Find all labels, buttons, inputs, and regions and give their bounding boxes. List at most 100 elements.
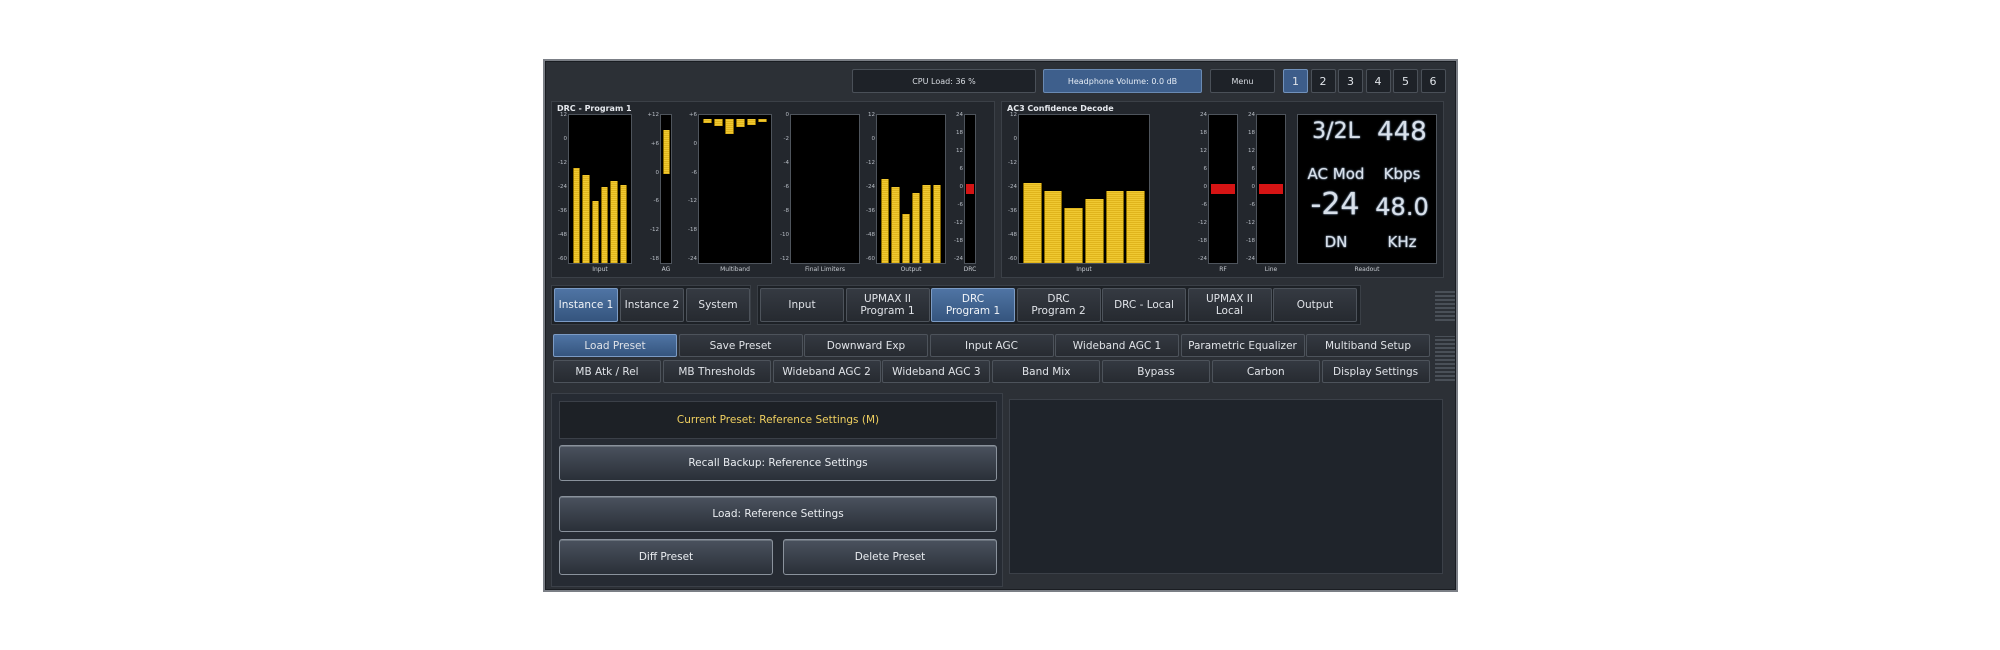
nav-section-6[interactable]: Output bbox=[1273, 288, 1357, 322]
nav-section-4[interactable]: DRC - Local bbox=[1102, 288, 1186, 322]
readout-label: Readout bbox=[1354, 266, 1380, 273]
load-preset-button[interactable]: Load: Reference Settings bbox=[559, 496, 997, 532]
delete-preset-button[interactable]: Delete Preset bbox=[783, 539, 997, 575]
menu-button[interactable]: Menu bbox=[1210, 69, 1275, 93]
drc-multiband-tick: -18 bbox=[688, 227, 697, 234]
section-nav-group: Input UPMAX II Program 1 DRC Program 1 DRC Pro… bbox=[757, 285, 1361, 325]
readout-mode: 3/2L bbox=[1312, 119, 1360, 144]
drc-output-bar bbox=[881, 178, 890, 263]
subnav-wideband-agc-1[interactable]: Wideband AGC 1 bbox=[1055, 334, 1179, 357]
subnav-save-preset[interactable]: Save Preset bbox=[678, 334, 803, 357]
subnav-parametric-equalizer[interactable]: Parametric Equalizer bbox=[1180, 334, 1305, 357]
ac3-rf-tick: -12 bbox=[1198, 220, 1207, 226]
drc-drc-tick: -24 bbox=[954, 256, 963, 262]
nav-section-label: UPMAX II bbox=[864, 293, 911, 305]
instance-2-button[interactable]: 2 bbox=[1310, 69, 1336, 93]
drc-ag-tick: +12 bbox=[647, 112, 659, 118]
subnav-wideband-agc-3[interactable]: Wideband AGC 3 bbox=[882, 360, 991, 383]
cpu-load-display: CPU Load: 36 % bbox=[852, 69, 1036, 93]
drc-drc-tick: -18 bbox=[954, 238, 963, 244]
drc-multiband-tick: -6 bbox=[691, 169, 697, 176]
drc-input-tick: -60 bbox=[558, 256, 567, 262]
ac3-input-bar bbox=[1126, 191, 1145, 263]
sub-nav-row-1: Load Preset Save Preset Downward Exp Input … bbox=[551, 332, 1431, 359]
drc-multiband-tick: +6 bbox=[688, 112, 697, 118]
instance-1-button[interactable]: 1 bbox=[1283, 69, 1308, 93]
instance-3-button[interactable]: 3 bbox=[1338, 69, 1363, 93]
drc-output-tick: -24 bbox=[866, 184, 875, 190]
drc-output-tick: 0 bbox=[871, 136, 876, 142]
nav-section-5[interactable]: UPMAX II Local bbox=[1187, 288, 1272, 322]
ac3-line-tick: -6 bbox=[1249, 202, 1255, 208]
drc-output-bar bbox=[891, 186, 900, 263]
decode-readout: 3/2L 448 AC Mod Kbps -24 48.0 DN KHz bbox=[1297, 114, 1437, 264]
drc-multiband-tick: -24 bbox=[688, 256, 697, 262]
ac3-input-bar bbox=[1085, 199, 1104, 263]
preset-panel: Current Preset: Reference Settings (M) R… bbox=[551, 393, 1003, 587]
drc-drc-tick: 0 bbox=[959, 184, 964, 190]
subnav-load-preset[interactable]: Load Preset bbox=[553, 334, 677, 357]
ac3-meter-panel: AC3 Confidence Decode 3/2L 448 AC Mod Kb… bbox=[1001, 101, 1444, 278]
ac3-input-tick: -24 bbox=[1008, 184, 1017, 190]
readout-bitrate-label: Kbps bbox=[1383, 165, 1421, 183]
subnav-multiband-setup[interactable]: Multiband Setup bbox=[1306, 334, 1430, 357]
nav-section-label: Input bbox=[788, 299, 816, 311]
subnav-wideband-agc-2[interactable]: Wideband AGC 2 bbox=[772, 360, 881, 383]
subnav-carbon[interactable]: Carbon bbox=[1211, 360, 1320, 383]
headphone-volume-button[interactable]: Headphone Volume: 0.0 dB bbox=[1043, 69, 1202, 93]
ac3-line-meter bbox=[1256, 114, 1286, 264]
subnav-band-mix[interactable]: Band Mix bbox=[992, 360, 1101, 383]
subnav-display-settings[interactable]: Display Settings bbox=[1321, 360, 1430, 383]
sub-nav-row-2: MB Atk / Rel MB Thresholds Wideband AGC 2W… bbox=[551, 358, 1431, 385]
drc-output-tick: -60 bbox=[866, 256, 875, 262]
drc-ag-meter bbox=[660, 114, 672, 264]
subnav-bypass[interactable]: Bypass bbox=[1102, 360, 1210, 383]
ac3-line-bar bbox=[1259, 184, 1283, 194]
nav-section-2[interactable]: DRC Program 1 bbox=[931, 288, 1015, 322]
drc-multiband-tick: 0 bbox=[693, 140, 698, 147]
subnav-downward-exp[interactable]: Downward Exp bbox=[804, 334, 928, 357]
ac3-input-tick: 0 bbox=[1013, 136, 1018, 142]
drc-input-bar bbox=[591, 201, 599, 263]
nav-system[interactable]: System bbox=[686, 288, 750, 322]
instance-5-button[interactable]: 5 bbox=[1393, 69, 1418, 93]
readout-samplerate-label: KHz bbox=[1387, 233, 1417, 251]
drc-input-tick: 12 bbox=[560, 112, 567, 118]
recall-backup-button[interactable]: Recall Backup: Reference Settings bbox=[559, 445, 997, 481]
ac3-input-tick: -48 bbox=[1008, 232, 1017, 238]
subnav-mb-atk-rel[interactable]: MB Atk / Rel bbox=[553, 360, 661, 383]
nav-section-0[interactable]: Input bbox=[760, 288, 844, 322]
drc-input-bar bbox=[582, 174, 590, 263]
nav-instance-1[interactable]: Instance 1 bbox=[554, 288, 618, 322]
nav-instance-2[interactable]: Instance 2 bbox=[620, 288, 684, 322]
drc-ag-bar bbox=[663, 129, 670, 175]
subnav-input-agc[interactable]: Input AGC bbox=[929, 334, 1054, 357]
nav-section-label: Output bbox=[1296, 299, 1334, 311]
instance-nav-group: Instance 1 Instance 2 System bbox=[551, 285, 751, 325]
drc-input-tick: -48 bbox=[558, 232, 567, 238]
ac3-rf-meter bbox=[1208, 114, 1238, 264]
subnav-mb-thresholds[interactable]: MB Thresholds bbox=[662, 360, 771, 383]
nav-section-3[interactable]: DRC Program 2 bbox=[1016, 288, 1101, 322]
scroll-grip[interactable] bbox=[1435, 289, 1455, 321]
ac3-line-tick: 24 bbox=[1248, 112, 1255, 118]
drc-multiband-tick: -12 bbox=[688, 198, 697, 205]
ac3-rf-tick: -24 bbox=[1198, 256, 1207, 262]
instance-4-button[interactable]: 4 bbox=[1365, 69, 1391, 93]
readout-bitrate: 448 bbox=[1377, 117, 1427, 147]
drc-final-limiters-tick: -6 bbox=[783, 184, 789, 190]
drc-input-tick: -36 bbox=[558, 208, 567, 214]
drc-multiband-meter bbox=[698, 114, 772, 264]
drc-drc-tick: -6 bbox=[957, 202, 963, 208]
diff-preset-button[interactable]: Diff Preset bbox=[559, 539, 773, 575]
instance-6-button[interactable]: 6 bbox=[1420, 69, 1446, 93]
ac3-input-tick: -12 bbox=[1008, 160, 1017, 166]
ac3-input-tick: 12 bbox=[1010, 112, 1017, 118]
sub-scroll-grip[interactable] bbox=[1435, 336, 1455, 381]
nav-section-1[interactable]: UPMAX II Program 1 bbox=[845, 288, 930, 322]
drc-ag-label: AG bbox=[661, 266, 671, 273]
current-preset-label: Current Preset: Reference Settings (M) bbox=[559, 401, 997, 439]
drc-ag-tick: -12 bbox=[650, 227, 659, 234]
drc-final-limiters-tick: -10 bbox=[780, 232, 789, 238]
ac3-rf-tick: 0 bbox=[1203, 184, 1208, 190]
